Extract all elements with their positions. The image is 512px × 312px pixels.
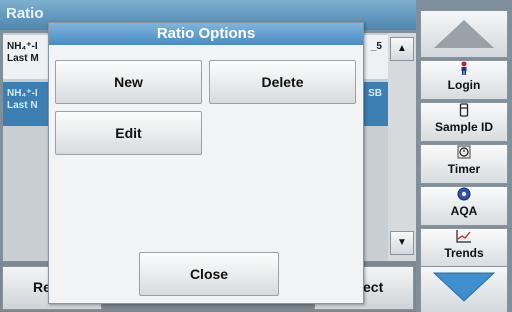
delete-button[interactable]: Delete xyxy=(209,60,356,104)
trends-label: Trends xyxy=(444,246,484,260)
aqa-label: AQA xyxy=(450,204,478,218)
arrow-up-icon xyxy=(434,20,494,48)
scroll-down-button[interactable]: ▼ xyxy=(390,231,414,255)
trends-button[interactable]: Trends xyxy=(420,228,508,268)
triangle-up-icon: ▲ xyxy=(397,43,407,54)
page-down-button[interactable] xyxy=(420,266,508,312)
list-item-value: SB xyxy=(368,88,382,99)
clock-icon xyxy=(421,145,507,162)
login-button[interactable]: Login xyxy=(420,60,508,100)
close-button[interactable]: Close xyxy=(139,252,279,296)
dialog-title: Ratio Options xyxy=(49,23,363,45)
side-panel: Login Sample ID Timer AQA Trends xyxy=(416,0,512,312)
arrow-down-icon xyxy=(432,272,496,302)
globe-icon xyxy=(421,187,507,204)
timer-button[interactable]: Timer xyxy=(420,144,508,184)
page-up-button[interactable] xyxy=(420,10,508,58)
timer-label: Timer xyxy=(447,162,481,176)
chart-icon xyxy=(421,229,507,246)
sample-id-button[interactable]: Sample ID xyxy=(420,102,508,142)
person-icon xyxy=(421,61,507,78)
screen-title: Ratio xyxy=(6,5,44,22)
list-item-value: _5 xyxy=(370,41,382,52)
triangle-down-icon: ▼ xyxy=(397,237,407,248)
list-scrollbar[interactable]: ▲ ▼ xyxy=(388,33,416,261)
login-label: Login xyxy=(447,78,481,92)
edit-button[interactable]: Edit xyxy=(55,111,202,155)
aqa-button[interactable]: AQA xyxy=(420,186,508,226)
vial-icon xyxy=(421,103,507,120)
scroll-up-button[interactable]: ▲ xyxy=(390,37,414,61)
select-button-label: ect xyxy=(363,279,384,295)
new-button[interactable]: New xyxy=(55,60,202,104)
sample-id-label: Sample ID xyxy=(434,120,494,134)
ratio-options-dialog: Ratio Options New Delete Edit Close xyxy=(48,22,364,304)
